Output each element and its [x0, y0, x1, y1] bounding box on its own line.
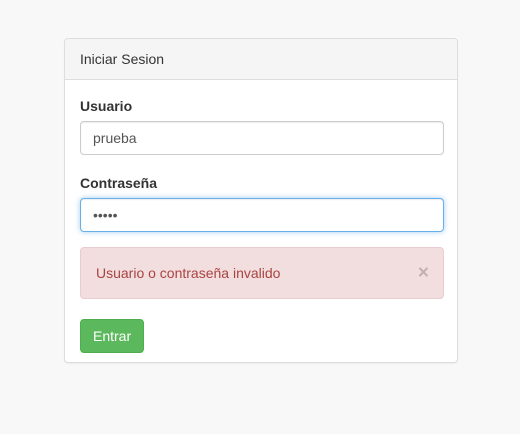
close-icon[interactable]: ×	[418, 264, 429, 283]
password-input[interactable]	[80, 198, 444, 232]
login-panel: Iniciar Sesion Usuario Contraseña Usuari…	[64, 38, 458, 363]
error-alert: Usuario o contraseña invalido ×	[80, 247, 444, 299]
login-form: Usuario Contraseña Usuario o contraseña …	[65, 80, 457, 368]
panel-heading: Iniciar Sesion	[65, 39, 457, 80]
username-input[interactable]	[80, 121, 444, 155]
password-label: Contraseña	[80, 175, 158, 191]
password-group: Contraseña	[80, 173, 444, 232]
username-group: Usuario	[80, 96, 444, 155]
error-message: Usuario o contraseña invalido	[96, 265, 281, 281]
username-label: Usuario	[80, 98, 133, 114]
panel-title: Iniciar Sesion	[80, 51, 165, 67]
submit-button[interactable]: Entrar	[80, 319, 145, 353]
